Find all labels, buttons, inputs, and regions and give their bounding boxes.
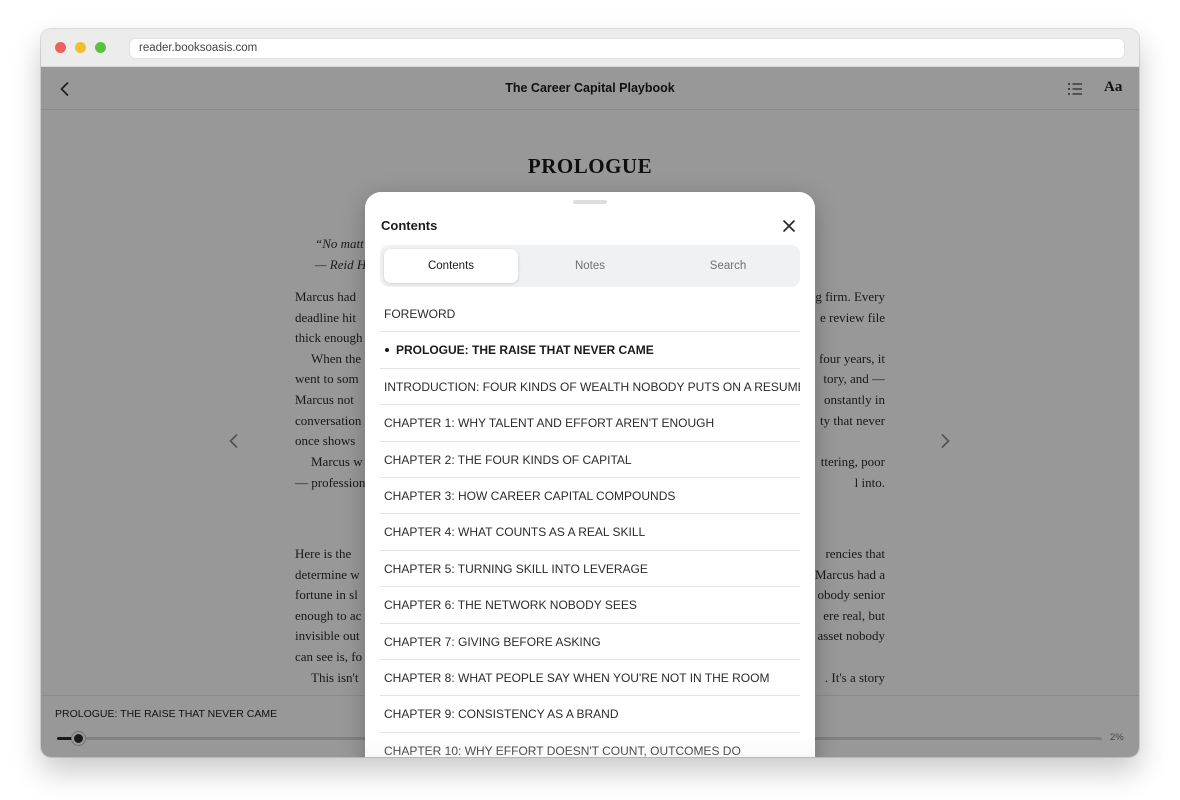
- close-icon[interactable]: [779, 216, 799, 236]
- toc-item-label: CHAPTER 8: WHAT PEOPLE SAY WHEN YOU'RE N…: [384, 670, 770, 685]
- browser-toolbar: reader.booksoasis.com: [41, 29, 1139, 67]
- address-bar[interactable]: reader.booksoasis.com: [129, 38, 1125, 59]
- tab-bar: Contents Notes Search: [380, 245, 800, 287]
- toc-list: FOREWORD PROLOGUE: THE RAISE THAT NEVER C…: [380, 296, 800, 757]
- toc-item-label: PROLOGUE: THE RAISE THAT NEVER CAME: [396, 343, 654, 358]
- sheet-title: Contents: [381, 218, 438, 233]
- toc-item-label: CHAPTER 3: HOW CAREER CAPITAL COMPOUNDS: [384, 488, 676, 503]
- tab-contents[interactable]: Contents: [384, 249, 518, 283]
- toc-item[interactable]: CHAPTER 9: CONSISTENCY AS A BRAND: [380, 696, 800, 733]
- browser-window: reader.booksoasis.com The Career Capital…: [41, 29, 1139, 757]
- toc-item-label: CHAPTER 9: CONSISTENCY AS A BRAND: [384, 707, 619, 722]
- toc-item[interactable]: CHAPTER 3: HOW CAREER CAPITAL COMPOUNDS: [380, 478, 800, 515]
- toc-item[interactable]: CHAPTER 5: TURNING SKILL INTO LEVERAGE: [380, 551, 800, 588]
- toc-item-label: CHAPTER 7: GIVING BEFORE ASKING: [384, 634, 601, 649]
- contents-sheet: Contents Contents Notes Search FOREWORD P…: [365, 192, 815, 757]
- toc-item[interactable]: FOREWORD: [380, 296, 800, 333]
- toc-item-label: CHAPTER 5: TURNING SKILL INTO LEVERAGE: [384, 561, 648, 576]
- toc-item[interactable]: PROLOGUE: THE RAISE THAT NEVER CAME: [380, 332, 800, 369]
- sheet-grabber[interactable]: [573, 200, 607, 204]
- toc-item-label: CHAPTER 1: WHY TALENT AND EFFORT AREN'T …: [384, 416, 715, 431]
- toc-item[interactable]: CHAPTER 4: WHAT COUNTS AS A REAL SKILL: [380, 514, 800, 551]
- minimize-window-button[interactable]: [75, 42, 86, 53]
- toc-item[interactable]: CHAPTER 2: THE FOUR KINDS OF CAPITAL: [380, 442, 800, 478]
- toc-item[interactable]: CHAPTER 8: WHAT PEOPLE SAY WHEN YOU'RE N…: [380, 660, 800, 697]
- close-window-button[interactable]: [55, 42, 66, 53]
- toc-item[interactable]: CHAPTER 7: GIVING BEFORE ASKING: [380, 624, 800, 660]
- reader-view: The Career Capital Playbook Aa PROLOGUE …: [41, 67, 1139, 757]
- toc-item[interactable]: INTRODUCTION: FOUR KINDS OF WEALTH NOBOD…: [380, 369, 800, 406]
- toc-item-label: CHAPTER 2: THE FOUR KINDS OF CAPITAL: [384, 452, 632, 467]
- tab-notes[interactable]: Notes: [523, 249, 657, 283]
- tab-search[interactable]: Search: [661, 249, 795, 283]
- toc-item-label: INTRODUCTION: FOUR KINDS OF WEALTH NOBOD…: [384, 379, 800, 394]
- toc-item-label: CHAPTER 4: WHAT COUNTS AS A REAL SKILL: [384, 525, 646, 540]
- toc-item[interactable]: CHAPTER 1: WHY TALENT AND EFFORT AREN'T …: [380, 405, 800, 442]
- maximize-window-button[interactable]: [95, 42, 106, 53]
- toc-item-label: CHAPTER 6: THE NETWORK NOBODY SEES: [384, 598, 637, 613]
- toc-item-label: FOREWORD: [384, 307, 456, 321]
- scroll-fade: [365, 737, 815, 757]
- toc-item[interactable]: CHAPTER 6: THE NETWORK NOBODY SEES: [380, 587, 800, 624]
- current-chapter-dot: [385, 348, 389, 353]
